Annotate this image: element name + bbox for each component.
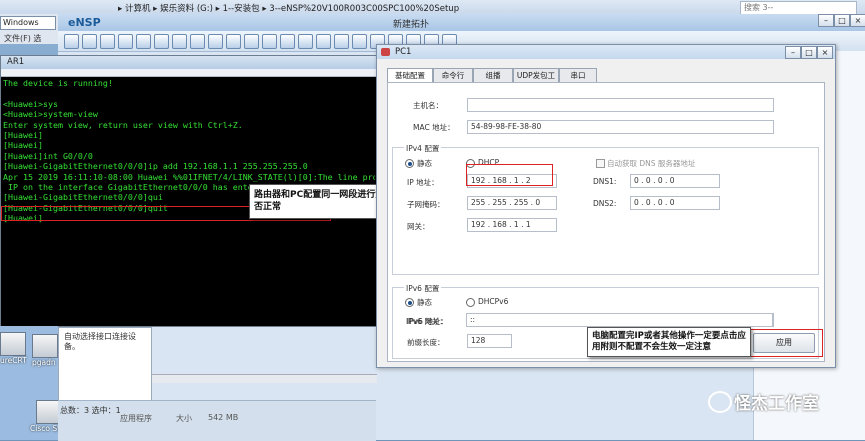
apply-highlight xyxy=(747,329,823,357)
pc1-title: PC1 xyxy=(395,47,412,57)
pc-apply-annotation: 电脑配置完IP或者其他操作一定要点击应用附则不配置不会生效一定注意 xyxy=(587,327,751,357)
watermark-text: 怪杰工作室 xyxy=(734,394,819,414)
explorer-path[interactable]: ▸ 计算机 ▸ 娱乐资料 (G:) ▸ 1--安装包 ▸ 3--eNSP%20V… xyxy=(118,2,459,14)
dns2-input[interactable]: 0 . 0 . 0 . 0 xyxy=(630,196,720,210)
ipv6-group-title: IPv6 配置 xyxy=(404,283,442,294)
eraser-icon[interactable] xyxy=(244,34,259,49)
dhcpv6-label: DHCPv6 xyxy=(478,297,509,306)
securecrt-icon[interactable] xyxy=(0,332,26,356)
pc1-config-dialog: PC1 – □ × 基础配置 命令行 组播 UDP发包工具 串口 主机名： MA… xyxy=(376,44,836,368)
mac-input[interactable]: 54-89-98-FE-38-80 xyxy=(467,120,774,134)
undo-icon[interactable] xyxy=(154,34,169,49)
tab-serial[interactable]: 串口 xyxy=(559,68,597,83)
mask-label: 子网掩码： xyxy=(407,200,445,209)
ipv4-group xyxy=(392,147,819,275)
terminal-line: The device is running! xyxy=(3,78,113,88)
ipv6-gateway-input[interactable]: :: xyxy=(466,313,773,327)
dns1-label: DNS1: xyxy=(593,177,617,186)
tab-udp-tool[interactable]: UDP发包工具 xyxy=(513,68,559,93)
ensp-topology-title: 新建拓扑 xyxy=(393,20,430,30)
terminal-line: [Huawei-GigabitEthernet0/0/0]ip add 192.… xyxy=(3,161,308,172)
explorer-search-input[interactable]: 搜索 3--eNSP%20V100R00... xyxy=(740,1,857,24)
ipv4-group-title: IPv4 配置 xyxy=(404,143,442,154)
start-icon[interactable] xyxy=(334,34,349,49)
gateway6-label: IPv6 网关： xyxy=(406,317,447,326)
rectangle-icon[interactable] xyxy=(280,34,295,49)
print-icon[interactable] xyxy=(136,34,151,49)
maximize-icon[interactable]: □ xyxy=(834,14,850,27)
prefix-label: 前缀长度： xyxy=(407,338,445,347)
desktop-icon-label: pgadn xyxy=(32,358,56,367)
hostname-input[interactable] xyxy=(467,98,774,112)
pgadmin-icon[interactable] xyxy=(32,334,58,358)
select-icon[interactable] xyxy=(190,34,205,49)
delete-icon[interactable] xyxy=(226,34,241,49)
gateway-label: 网关： xyxy=(407,222,430,231)
terminal-line: [Huawei] xyxy=(3,130,43,141)
pc-icon xyxy=(381,48,390,56)
mac-label: MAC 地址： xyxy=(413,123,455,132)
subnet-mask-input[interactable]: 255 . 255 . 255 . 0 xyxy=(467,196,557,210)
auto-dns-label: 自动获取 DNS 服务器地址 xyxy=(607,159,696,168)
new-file-icon[interactable] xyxy=(64,34,79,49)
dns1-input[interactable]: 0 . 0 . 0 . 0 xyxy=(630,174,720,188)
ar1-title-bar: AR1 xyxy=(1,56,377,69)
auto-dns-checkbox[interactable] xyxy=(596,159,605,168)
ensp-title-bar: eNSP 新建拓扑 xyxy=(58,14,865,31)
minimize-icon[interactable]: – xyxy=(818,14,834,27)
status-size-label: 大小 xyxy=(176,414,192,423)
hand-icon[interactable] xyxy=(208,34,223,49)
redo-icon[interactable] xyxy=(172,34,187,49)
terminal-line: [Huawei] xyxy=(3,140,43,151)
static-radio[interactable] xyxy=(405,159,414,168)
static6-label: 静态 xyxy=(417,298,432,307)
maximize-icon[interactable]: □ xyxy=(801,46,817,59)
hint-panel: 自动选择接口连接设备。 xyxy=(58,327,152,403)
save-as-icon[interactable] xyxy=(118,34,133,49)
explorer-menu[interactable]: 文件(F) 选 xyxy=(4,33,41,44)
dhcpv6-radio[interactable] xyxy=(466,298,475,307)
tab-multicast[interactable]: 组播 xyxy=(473,68,513,83)
minimize-icon[interactable]: – xyxy=(785,46,801,59)
save-icon[interactable] xyxy=(100,34,115,49)
status-bar: 总数：3 选中：1 应用程序 大小 542 MB xyxy=(58,400,376,441)
terminal-line: Enter system view, return user view with… xyxy=(3,119,243,130)
windows-tab[interactable]: Windows xyxy=(0,16,56,30)
prefix-length-input[interactable]: 128 xyxy=(467,334,512,348)
terminal-line: <Huawei>sys xyxy=(3,98,58,109)
dns2-label: DNS2: xyxy=(593,199,617,208)
terminal-line: [Huawei]int G0/0/0 xyxy=(3,150,93,161)
gateway-input[interactable]: 192 . 168 . 1 . 1 xyxy=(467,218,557,232)
terminal-line: <Huawei>system-view xyxy=(3,109,98,120)
text-icon[interactable] xyxy=(262,34,277,49)
ellipse-icon[interactable] xyxy=(298,34,313,49)
static6-radio[interactable] xyxy=(405,298,414,307)
status-app-type: 应用程序 xyxy=(120,414,152,423)
status-size-value: 542 MB xyxy=(208,413,239,422)
hint-text: 自动选择接口连接设备。 xyxy=(64,332,136,351)
pc-apply-annotation-text: 电脑配置完IP或者其他操作一定要点击应用附则不配置不会生效一定注意 xyxy=(592,331,746,352)
static-label: 静态 xyxy=(417,159,432,168)
ar1-title: AR1 xyxy=(7,57,25,67)
desktop-icon-label: ureCRT xyxy=(0,356,27,365)
link-icon[interactable] xyxy=(316,34,331,49)
ip-label: IP 地址： xyxy=(407,178,439,187)
status-count: 总数：3 选中：1 xyxy=(60,406,121,415)
pc1-title-bar: PC1 – □ × xyxy=(377,45,835,59)
desktop-icons-area: ureCRT pgadn Cisco Stac xyxy=(0,326,69,440)
close-icon[interactable]: × xyxy=(850,14,865,27)
ar1-toolbar xyxy=(1,69,377,77)
ensp-logo: eNSP xyxy=(68,16,101,29)
open-folder-icon[interactable] xyxy=(82,34,97,49)
terminal-line: Apr 15 2019 16:11:10-08:00 Huawei %%01IF… xyxy=(3,171,375,182)
tab-command-line[interactable]: 命令行 xyxy=(433,68,473,83)
watermark: 怪杰工作室 xyxy=(700,388,860,414)
hostname-label: 主机名： xyxy=(413,101,443,110)
ip-config-highlight xyxy=(466,164,553,186)
wechat-icon xyxy=(708,391,732,413)
close-icon[interactable]: × xyxy=(817,46,833,59)
stop-icon[interactable] xyxy=(352,34,367,49)
